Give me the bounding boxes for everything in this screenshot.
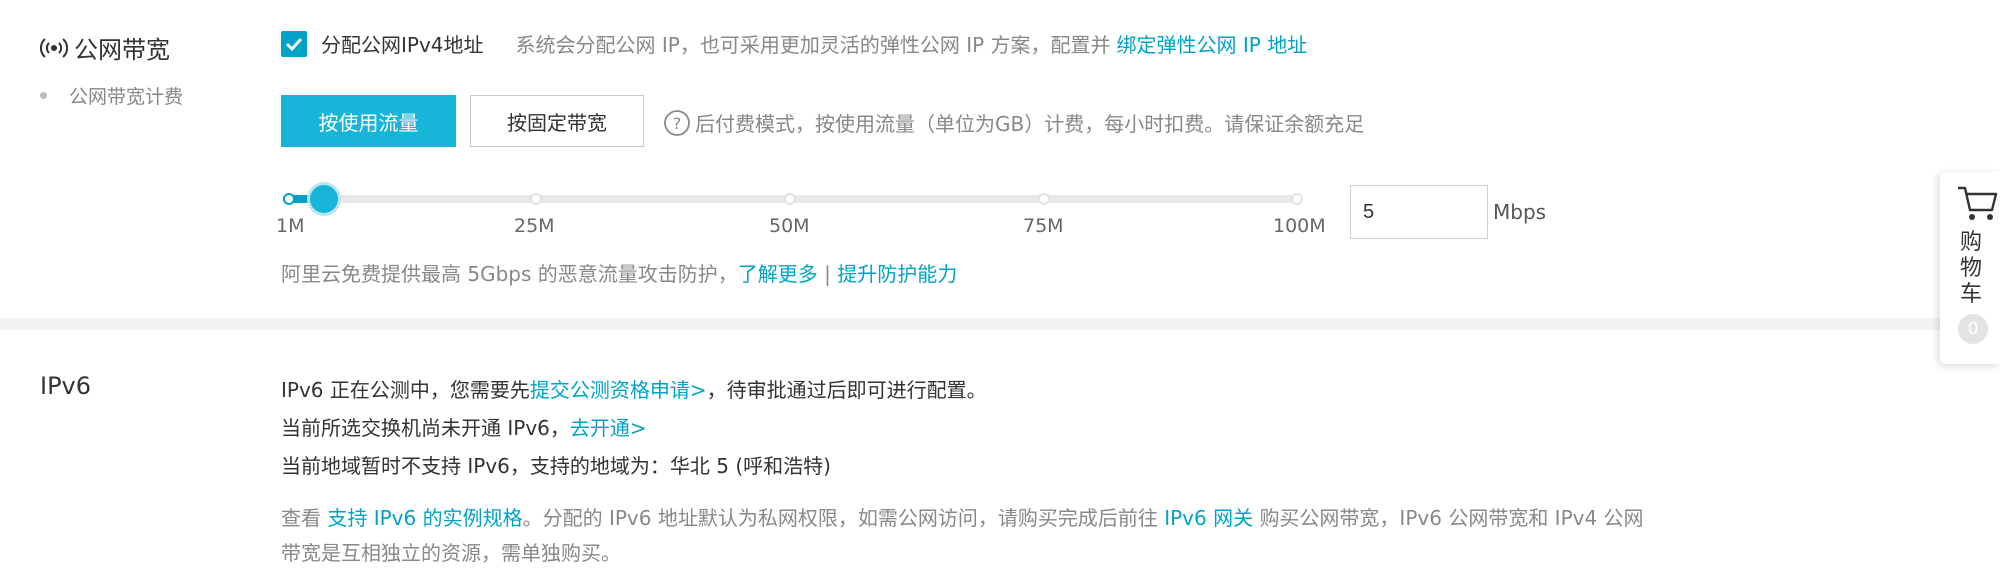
ipv6-note-line2: 带宽是互相独立的资源，需单独购买。 (281, 541, 621, 565)
bind-eip-link[interactable]: 绑定弹性公网 IP 地址 (1117, 29, 1308, 58)
slider-tick (283, 193, 295, 205)
assign-ipv4-hint: 系统会分配公网 IP，也可采用更加灵活的弹性公网 IP 方案，配置并 (515, 33, 1111, 57)
billing-by-fixed-bandwidth-button[interactable]: 按固定带宽 (470, 95, 644, 147)
slider-tick (1038, 193, 1050, 205)
ipv6-switch-text: 当前所选交换机尚未开通 IPv6， (281, 416, 570, 440)
assign-ipv4-row: 分配公网IPv4地址 系统会分配公网 IP，也可采用更加灵活的弹性公网 IP 方… (281, 29, 1307, 58)
svg-text:?: ? (673, 114, 682, 133)
slider-handle[interactable] (310, 185, 339, 213)
question-circle-icon[interactable]: ? (663, 109, 691, 137)
ipv6-switch-line: 当前所选交换机尚未开通 IPv6，去开通> (281, 412, 647, 441)
bandwidth-slider[interactable] (283, 185, 1303, 213)
cart-label: 购物车 (1959, 230, 1982, 307)
ipv6-note-mid: 。分配的 IPv6 地址默认为私网权限，如需公网访问，请购买完成后前往 (522, 506, 1158, 530)
slider-tick-label: 1M (276, 215, 305, 237)
ipv6-region-line: 当前地域暂时不支持 IPv6，支持的地域为：华北 5 (呼和浩特) (281, 454, 831, 478)
shopping-cart-widget[interactable]: 购物车 0 (1940, 172, 2000, 364)
section-title-ipv6: IPv6 (40, 372, 92, 400)
section-divider (0, 318, 2000, 330)
section-title-public-bandwidth: 公网带宽 (74, 36, 170, 64)
ddos-protection-note: 阿里云免费提供最高 5Gbps 的恶意流量攻击防护，了解更多 | 提升防护能力 (281, 258, 957, 287)
billing-hint: ? 后付费模式，按使用流量（单位为GB）计费，每小时扣费。请保证余额充足 (663, 108, 1364, 137)
slider-tick (784, 193, 796, 205)
bandwidth-input[interactable] (1350, 185, 1488, 239)
slider-tick-label: 75M (1023, 215, 1064, 237)
slider-tick (530, 193, 542, 205)
slider-tick-label: 25M (514, 215, 555, 237)
ipv6-note-prefix: 查看 (281, 506, 321, 530)
slider-tick (1291, 193, 1303, 205)
ipv6-beta-text: IPv6 正在公测中，您需要先 (281, 378, 530, 402)
bullet-icon (40, 92, 47, 99)
learn-more-link[interactable]: 了解更多 (738, 262, 818, 286)
apply-beta-link[interactable]: 提交公测资格申请> (530, 378, 707, 402)
assign-ipv4-checkbox[interactable] (281, 30, 307, 57)
enable-ipv6-link[interactable]: 去开通> (570, 416, 647, 440)
ipv6-beta-line: IPv6 正在公测中，您需要先提交公测资格申请>，待审批通过后即可进行配置。 (281, 374, 987, 403)
checkmark-icon (285, 37, 303, 51)
sidebar-item-label: 公网带宽计费 (69, 86, 184, 108)
assign-ipv4-label: 分配公网IPv4地址 (321, 33, 484, 57)
ipv6-note: 查看 支持 IPv6 的实例规格。分配的 IPv6 地址默认为私网权限，如需公网… (281, 502, 1644, 531)
broadcast-icon (39, 36, 69, 60)
ipv6-beta-suffix: ，待审批通过后即可进行配置。 (706, 378, 987, 402)
ipv6-gateway-link[interactable]: IPv6 网关 (1164, 506, 1253, 530)
slider-tick-label: 100M (1273, 215, 1326, 237)
bandwidth-unit: Mbps (1493, 200, 1547, 224)
ddos-text: 阿里云免费提供最高 5Gbps 的恶意流量攻击防护， (281, 262, 738, 286)
billing-by-traffic-button[interactable]: 按使用流量 (281, 95, 456, 147)
ipv6-note-suffix: 购买公网带宽，IPv6 公网带宽和 IPv4 公网 (1259, 506, 1644, 530)
link-separator: | (824, 262, 831, 286)
cart-count-badge: 0 (1958, 314, 1988, 344)
public-bandwidth-heading: 公网带宽 (39, 30, 170, 65)
cart-icon (1956, 184, 1998, 228)
upgrade-protection-link[interactable]: 提升防护能力 (837, 262, 957, 286)
slider-tick-label: 50M (769, 215, 810, 237)
sidebar-item-bandwidth-billing[interactable]: 公网带宽计费 (40, 82, 183, 109)
billing-hint-text: 后付费模式，按使用流量（单位为GB）计费，每小时扣费。请保证余额充足 (695, 112, 1365, 136)
ipv6-instance-types-link[interactable]: 支持 IPv6 的实例规格 (327, 506, 522, 530)
